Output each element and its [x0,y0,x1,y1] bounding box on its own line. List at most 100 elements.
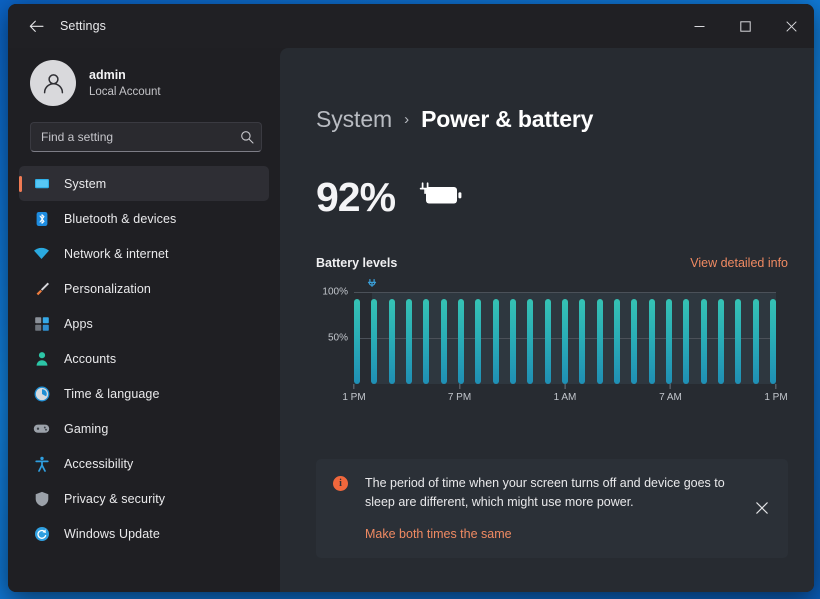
sidebar-item-label: Personalization [64,281,151,296]
xtick-mark [564,384,566,389]
ytick-label-50: 50% [327,332,348,344]
chart-bar [631,299,638,384]
search-box [30,122,262,152]
close-icon [756,502,768,515]
bluetooth-icon [33,210,50,227]
title-bar: Settings [8,4,814,48]
xtick-mark [459,384,460,389]
xtick: 7 AM [659,384,682,403]
sidebar-item-privacy-security[interactable]: Privacy & security [19,481,269,516]
minimize-icon [694,25,704,27]
window-title: Settings [60,19,106,33]
chart-bar [527,299,534,384]
chart-bar [735,299,742,384]
xtick-label: 1 AM [553,392,577,403]
sidebar-item-apps[interactable]: Apps [19,306,269,341]
chart-bar [423,299,430,384]
banner-close-button[interactable] [748,494,776,522]
power-section-title: Power [316,590,788,593]
battery-levels-chart[interactable]: 100% 50% 1 PM 7 PM 1 AM 7 AM 1 PM [316,278,788,419]
sidebar-item-personalization[interactable]: Personalization [19,271,269,306]
sidebar-item-label: Privacy & security [64,491,166,506]
xtick-mark [775,384,777,389]
chart-bar [752,299,759,384]
back-button[interactable] [18,11,54,41]
xtick: 1 PM [764,384,788,403]
battery-summary: 92% [316,177,788,218]
maximize-button[interactable] [722,4,768,48]
chart-x-axis: 1 PM 7 PM 1 AM 7 AM 1 PM [342,384,788,414]
chart-bar [475,299,482,384]
chart-bar [579,299,586,384]
person-icon [33,350,50,367]
breadcrumb: System › Power & battery [316,106,788,133]
sidebar-item-accounts[interactable]: Accounts [19,341,269,376]
window-controls [676,4,814,48]
gamepad-icon [33,420,50,437]
chart-bar [405,299,412,384]
chart-bar [440,299,447,384]
maximize-icon [739,20,751,32]
chart-bar [492,299,499,384]
apps-grid-icon [33,315,50,332]
xtick-label: 1 PM [764,392,788,403]
make-both-times-same-link[interactable]: Make both times the same [365,527,512,541]
content-pane: System › Power & battery 92% Battery lev… [280,48,814,592]
ytick-label-100: 100% [322,286,348,298]
sidebar-item-label: Time & language [64,386,160,401]
close-icon [785,20,797,32]
accessibility-icon [33,455,50,472]
chart-bar [717,299,724,384]
breadcrumb-parent-system[interactable]: System [316,106,392,133]
sidebar-item-gaming[interactable]: Gaming [19,411,269,446]
sidebar-item-network-internet[interactable]: Network & internet [19,236,269,271]
minimize-button[interactable] [676,4,722,48]
account-subtitle: Local Account [89,85,161,98]
sidebar-item-label: Accounts [64,351,117,366]
chart-bar [665,299,672,384]
clock-icon [33,385,50,402]
battery-levels-header: Battery levels View detailed info [316,256,788,270]
sidebar: admin Local Account Find a setting Syste… [8,48,280,592]
chart-bar [354,299,360,384]
paintbrush-icon [33,280,50,297]
sidebar-nav: System Bluetooth & devices Network & int… [19,166,269,551]
xtick-label: 1 PM [342,392,366,403]
desktop-background: Settings admin Local Account Find a sett… [0,0,820,599]
account-name: admin [89,67,126,82]
chart-bar [388,299,395,384]
settings-window: Settings admin Local Account Find a sett… [8,4,814,592]
sidebar-item-label: System [64,176,107,191]
chevron-right-icon: › [404,111,410,128]
search-input[interactable] [30,122,262,152]
window-body: admin Local Account Find a setting Syste… [8,48,814,592]
sidebar-item-label: Accessibility [64,456,134,471]
banner-message: The period of time when your screen turn… [365,476,725,509]
close-button[interactable] [768,4,814,48]
sidebar-item-windows-update[interactable]: Windows Update [19,516,269,551]
info-icon: i [333,476,348,491]
chart-plot-area: 100% 50% [322,278,776,384]
sidebar-item-time-language[interactable]: Time & language [19,376,269,411]
banner-body: The period of time when your screen turn… [365,474,748,543]
page-title: Power & battery [421,106,594,132]
xtick: 1 PM [342,384,366,403]
xtick-label: 7 PM [447,392,472,403]
sidebar-item-bluetooth-devices[interactable]: Bluetooth & devices [19,201,269,236]
monitor-icon [33,175,50,192]
battery-charging-icon [413,180,463,215]
back-arrow-icon [29,20,44,32]
plug-icon [366,278,377,296]
update-refresh-icon [33,525,50,542]
shield-icon [33,490,50,507]
xtick-mark [353,384,355,389]
sidebar-item-system[interactable]: System [19,166,269,201]
chart-bar [509,299,516,384]
sidebar-item-accessibility[interactable]: Accessibility [19,446,269,481]
view-detailed-info-link[interactable]: View detailed info [690,256,788,270]
chart-bar [683,299,690,384]
account-text: admin Local Account [89,66,161,101]
chart-bar [371,299,378,384]
sidebar-item-label: Bluetooth & devices [64,211,177,226]
account-tile[interactable]: admin Local Account [19,48,269,120]
